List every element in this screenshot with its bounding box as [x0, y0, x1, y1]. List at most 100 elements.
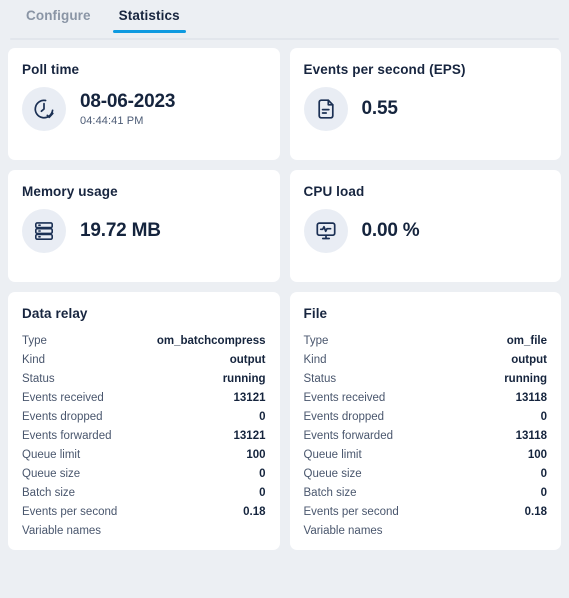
- metric-text: 0.55: [362, 98, 398, 120]
- metric-text: 19.72 MB: [80, 220, 161, 242]
- row-value: 100: [527, 448, 547, 461]
- table-row: Variable names: [22, 521, 266, 540]
- row-label: Batch size: [303, 486, 357, 499]
- metric-subvalue: 04:44:41 PM: [80, 114, 144, 127]
- table-row: Batch size 0: [22, 483, 266, 502]
- document-icon: [303, 87, 348, 131]
- card-title: Memory usage: [22, 184, 118, 199]
- metric-card-cpu-load: CPU load 0.00 %: [289, 170, 561, 282]
- tab-configure[interactable]: Configure: [12, 0, 105, 33]
- row-label: Events forwarded: [22, 429, 112, 442]
- table-row: Status running: [304, 369, 548, 388]
- row-value: output: [229, 353, 266, 366]
- row-label: Batch size: [22, 486, 76, 499]
- row-label: Kind: [22, 353, 46, 366]
- metric-number: 0.55: [361, 98, 398, 120]
- metric-unit: MB: [126, 220, 161, 242]
- row-value: 0.18: [243, 505, 266, 518]
- table-row: Kind output: [304, 350, 548, 369]
- row-label: Type: [303, 334, 329, 347]
- row-value: 100: [246, 448, 266, 461]
- row-label: Variable names: [303, 524, 383, 537]
- cards-grid: Poll time 08-06-2023 04:44:41 PM Events …: [0, 40, 569, 550]
- metric-card-events-per-second: Events per second (EPS) 0.55: [289, 48, 561, 160]
- metric-text: 08-06-2023 04:44:41 PM: [80, 91, 175, 127]
- metric-number: 19.72: [80, 220, 127, 242]
- row-label: Events dropped: [303, 410, 385, 423]
- table-row: Variable names: [304, 521, 548, 540]
- table-row: Events forwarded 13121: [22, 426, 266, 445]
- table-row: Batch size 0: [304, 483, 548, 502]
- table-row: Events per second 0.18: [22, 502, 266, 521]
- row-value: output: [511, 353, 547, 366]
- metric-text: 0.00 %: [362, 220, 420, 242]
- row-value: 0: [259, 486, 266, 499]
- row-value: running: [504, 372, 547, 385]
- detail-card-data-relay: Data relay Type om_batchcompress Kind ou…: [8, 292, 280, 550]
- table-row: Events received 13121: [22, 388, 266, 407]
- row-value: om_file: [506, 334, 547, 347]
- metric-body: 0.00 %: [303, 209, 548, 253]
- row-value: 0: [259, 467, 266, 480]
- card-title: CPU load: [303, 184, 365, 199]
- tab-statistics[interactable]: Statistics: [105, 0, 194, 33]
- metric-body: 19.72 MB: [22, 209, 266, 253]
- metric-value: 08-06-2023: [80, 91, 176, 113]
- row-value: 13118: [515, 391, 547, 404]
- metric-value: 0.55: [362, 98, 398, 120]
- database-icon: [22, 209, 66, 253]
- table-row: Queue limit 100: [22, 445, 266, 464]
- metric-value: 0.00 %: [362, 220, 420, 242]
- metric-number: 0.00: [361, 220, 398, 242]
- row-label: Queue size: [303, 467, 362, 480]
- statistics-page: Configure Statistics Poll time 08-06-202…: [0, 0, 569, 598]
- monitor-pulse-icon: [303, 209, 348, 253]
- row-value: 13121: [233, 391, 266, 404]
- row-value: 0: [540, 410, 547, 423]
- card-title: Events per second (EPS): [303, 62, 466, 77]
- metric-body: 08-06-2023 04:44:41 PM: [22, 87, 266, 131]
- metric-card-poll-time: Poll time 08-06-2023 04:44:41 PM: [8, 48, 280, 160]
- row-label: Queue limit: [22, 448, 81, 461]
- table-row: Status running: [22, 369, 266, 388]
- table-row: Type om_file: [304, 331, 548, 350]
- table-row: Queue limit 100: [304, 445, 548, 464]
- table-row: Queue size 0: [304, 464, 548, 483]
- table-row: Kind output: [22, 350, 266, 369]
- row-value: 13118: [515, 429, 547, 442]
- row-label: Events per second: [22, 505, 118, 518]
- row-value: 0.18: [524, 505, 547, 518]
- row-label: Queue limit: [303, 448, 362, 461]
- detail-rows: Type om_file Kind output Status running …: [304, 331, 548, 540]
- metric-unit: %: [397, 220, 420, 242]
- table-row: Events per second 0.18: [304, 502, 548, 521]
- row-value: 0: [540, 486, 547, 499]
- row-label: Events per second: [303, 505, 399, 518]
- row-value: running: [222, 372, 266, 385]
- card-title: Data relay: [22, 306, 88, 321]
- row-label: Queue size: [22, 467, 81, 480]
- clock-check-icon: [22, 87, 66, 131]
- table-row: Events received 13118: [304, 388, 548, 407]
- row-label: Events received: [303, 391, 386, 404]
- card-title: Poll time: [22, 62, 80, 77]
- row-label: Variable names: [22, 524, 102, 537]
- row-value: 0: [259, 410, 266, 423]
- metric-card-memory-usage: Memory usage 19.72 MB: [8, 170, 280, 282]
- table-row: Type om_batchcompress: [22, 331, 266, 350]
- row-value: om_batchcompress: [156, 334, 266, 347]
- row-value: 13121: [233, 429, 266, 442]
- table-row: Events dropped 0: [304, 407, 548, 426]
- row-value: 0: [540, 467, 547, 480]
- metric-body: 0.55: [303, 87, 548, 131]
- tab-bar: Configure Statistics: [0, 0, 569, 40]
- card-title: File: [303, 306, 328, 321]
- table-row: Queue size 0: [22, 464, 266, 483]
- metric-value: 19.72 MB: [80, 220, 161, 242]
- row-label: Status: [303, 372, 337, 385]
- row-label: Events dropped: [22, 410, 103, 423]
- row-label: Status: [22, 372, 55, 385]
- table-row: Events dropped 0: [22, 407, 266, 426]
- row-label: Events forwarded: [303, 429, 394, 442]
- detail-rows: Type om_batchcompress Kind output Status…: [22, 331, 266, 540]
